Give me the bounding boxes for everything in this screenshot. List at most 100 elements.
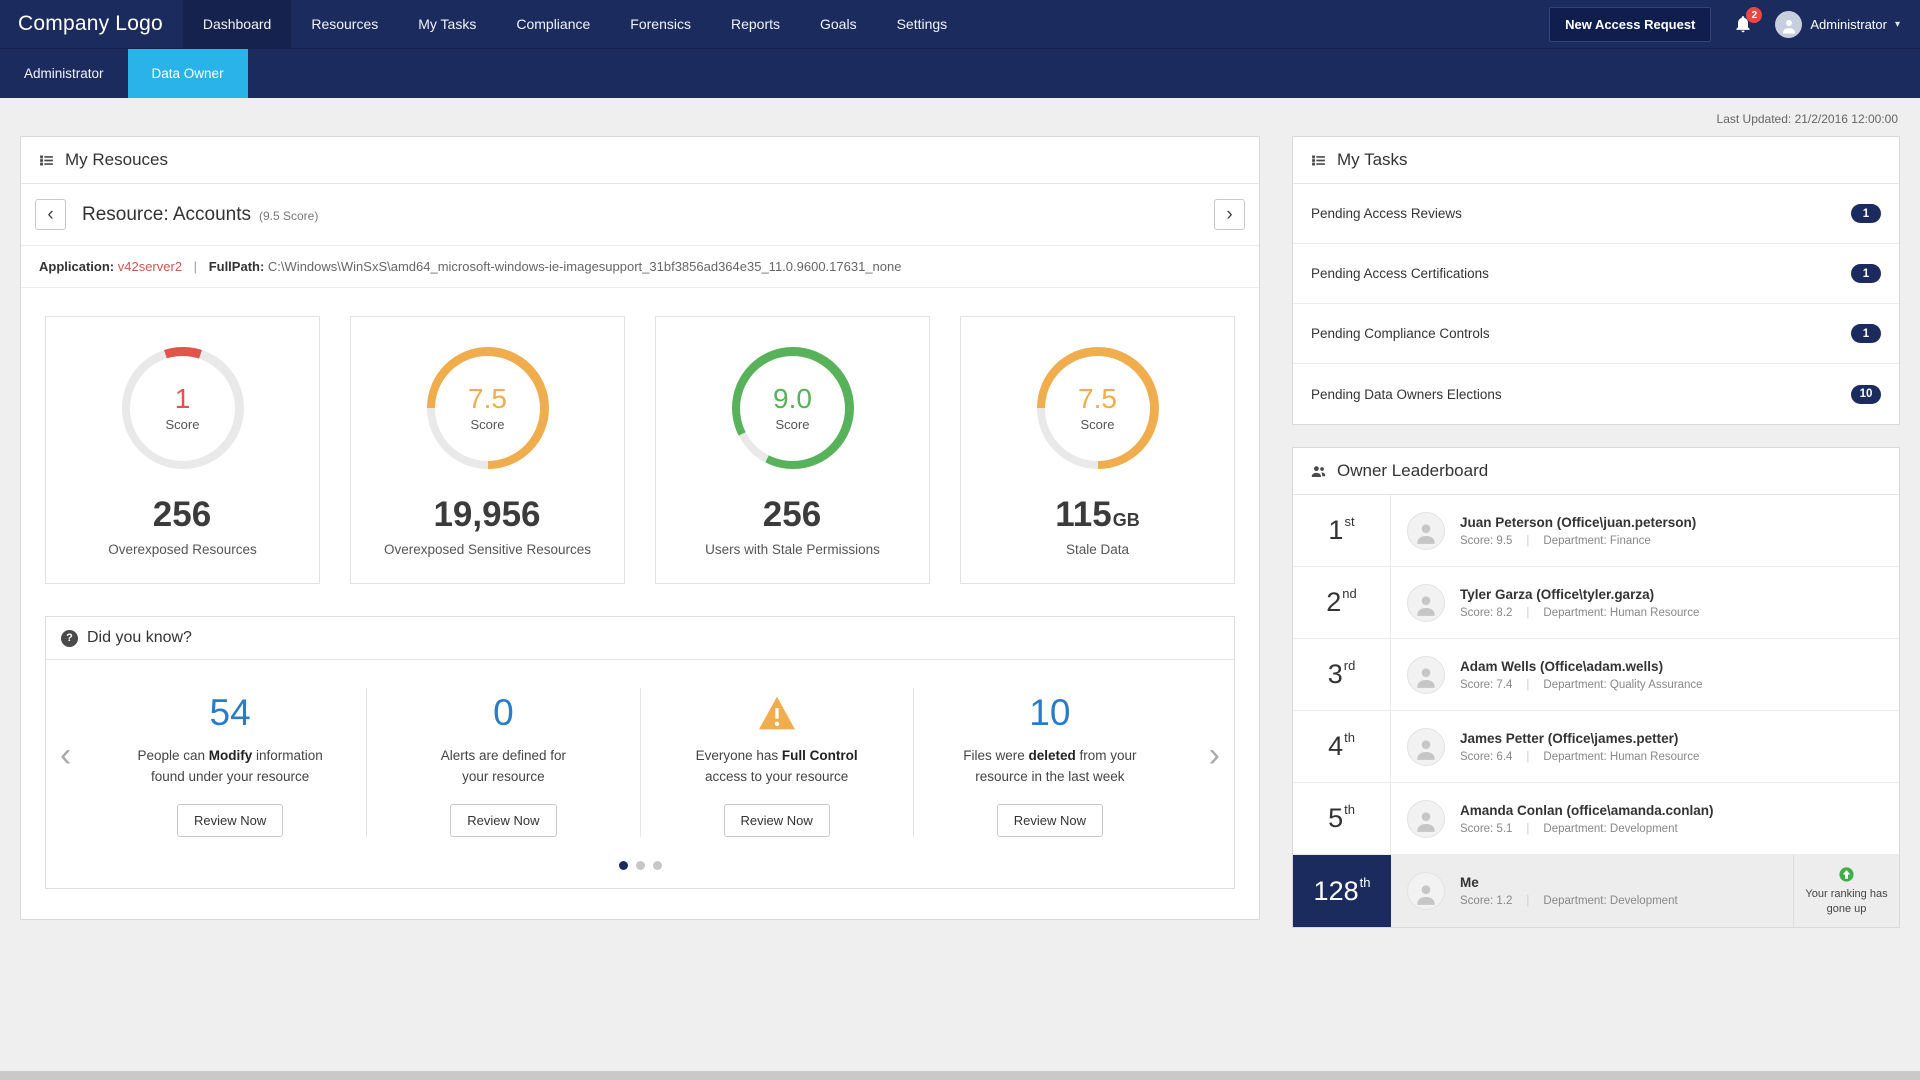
owner-name: Tyler Garza (Office\tyler.garza) — [1460, 587, 1699, 602]
role-tab-bar: Administrator Data Owner — [0, 48, 1920, 98]
nav-goals[interactable]: Goals — [800, 0, 877, 48]
company-logo[interactable]: Company Logo — [0, 0, 183, 48]
person-icon — [1413, 520, 1439, 546]
nav-dashboard[interactable]: Dashboard — [183, 0, 292, 48]
warning-icon — [655, 688, 899, 738]
topbar-right: New Access Request 2 Administrator ▾ — [1549, 0, 1920, 48]
score-ring: 7.5 Score — [427, 347, 549, 469]
owner-name: Me — [1460, 875, 1678, 890]
panel-title: My Resouces — [65, 150, 168, 170]
score-value: 9.0 — [773, 384, 812, 413]
task-count-badge: 10 — [1851, 385, 1881, 404]
tab-data-owner[interactable]: Data Owner — [128, 49, 248, 98]
card-label: Users with Stale Permissions — [705, 542, 880, 557]
nav-resources[interactable]: Resources — [291, 0, 398, 48]
person-icon — [1780, 17, 1798, 35]
avatar — [1407, 584, 1445, 622]
notifications-button[interactable]: 2 — [1731, 12, 1755, 36]
top-navigation-bar: Company Logo Dashboard Resources My Task… — [0, 0, 1920, 48]
review-now-button[interactable]: Review Now — [450, 804, 556, 837]
score-value: 1 — [175, 384, 191, 413]
card-metric: 256 — [153, 497, 212, 532]
list-icon — [38, 152, 55, 169]
task-count-badge: 1 — [1851, 264, 1881, 283]
task-pending-access-reviews[interactable]: Pending Access Reviews 1 — [1293, 184, 1899, 244]
dyk-value: 0 — [381, 688, 625, 738]
card-metric: 19,956 — [433, 497, 541, 532]
avatar — [1407, 800, 1445, 838]
leaderboard-row-1: 1st Juan Peterson (Office\juan.peterson)… — [1293, 495, 1899, 567]
avatar — [1407, 872, 1445, 910]
page-content: Last Updated: 21/2/2016 12:00:00 My Reso… — [0, 98, 1920, 928]
person-icon — [1413, 808, 1439, 834]
score-value: 7.5 — [1078, 384, 1117, 413]
task-pending-compliance-controls[interactable]: Pending Compliance Controls 1 — [1293, 304, 1899, 364]
owner-name: Juan Peterson (Office\juan.peterson) — [1460, 515, 1696, 530]
tab-administrator[interactable]: Administrator — [0, 49, 128, 98]
avatar — [1407, 512, 1445, 550]
avatar — [1407, 656, 1445, 694]
score-card-overexposed-sensitive: 7.5 Score 19,956 Overexposed Sensitive R… — [350, 316, 625, 584]
meta-separator: | — [194, 259, 197, 274]
prev-resource-button[interactable]: ‹ — [35, 199, 66, 230]
dyk-text: Files were deleted from your resource in… — [928, 746, 1172, 788]
review-now-button[interactable]: Review Now — [724, 804, 830, 837]
person-icon — [1413, 881, 1439, 907]
did-you-know-panel: ? Did you know? ‹ 54 People can Modify i… — [45, 616, 1235, 889]
owner-details: Score: 9.5|Department: Finance — [1460, 535, 1696, 547]
score-ring: 7.5 Score — [1037, 347, 1159, 469]
carousel-dot[interactable] — [636, 861, 645, 870]
next-resource-button[interactable]: › — [1214, 199, 1245, 230]
nav-forensics[interactable]: Forensics — [610, 0, 711, 48]
owner-details: Score: 7.4|Department: Quality Assurance — [1460, 679, 1703, 691]
nav-settings[interactable]: Settings — [877, 0, 968, 48]
my-resources-panel: My Resouces ‹ Resource: Accounts (9.5 Sc… — [20, 136, 1260, 920]
card-metric: 115GB — [1055, 497, 1139, 532]
score-value: 7.5 — [468, 384, 507, 413]
chevron-down-icon: ▾ — [1895, 19, 1900, 30]
rank: 128th — [1293, 855, 1391, 927]
application-label: Application: — [39, 259, 114, 274]
resource-meta: Application: v42server2 | FullPath: C:\W… — [21, 246, 1259, 288]
fullpath-value: C:\Windows\WinSxS\amd64_microsoft-window… — [268, 259, 902, 274]
dyk-text: Everyone has Full Control access to your… — [655, 746, 899, 788]
score-ring: 1 Score — [122, 347, 244, 469]
avatar — [1775, 11, 1802, 38]
dyk-item-alerts: 0 Alerts are defined for your resource R… — [366, 688, 639, 837]
application-value: v42server2 — [118, 259, 182, 274]
task-label: Pending Compliance Controls — [1311, 326, 1490, 341]
dyk-text: Alerts are defined for your resource — [381, 746, 625, 788]
owner-details: Score: 8.2|Department: Human Resource — [1460, 607, 1699, 619]
review-now-button[interactable]: Review Now — [997, 804, 1103, 837]
owner-name: Amanda Conlan (office\amanda.conlan) — [1460, 803, 1714, 818]
task-pending-data-owners-elections[interactable]: Pending Data Owners Elections 10 — [1293, 364, 1899, 424]
owner-details: Score: 1.2|Department: Development — [1460, 895, 1678, 907]
score-label: Score — [166, 417, 200, 432]
rank: 1st — [1293, 495, 1391, 566]
person-icon — [1413, 664, 1439, 690]
review-now-button[interactable]: Review Now — [177, 804, 283, 837]
carousel-next-icon[interactable]: › — [1209, 738, 1220, 772]
resource-navigator: ‹ Resource: Accounts (9.5 Score) › — [21, 184, 1259, 246]
fullpath-label: FullPath: — [209, 259, 265, 274]
new-access-request-button[interactable]: New Access Request — [1549, 7, 1711, 42]
my-tasks-panel: My Tasks Pending Access Reviews 1 Pendin… — [1292, 136, 1900, 425]
horizontal-scrollbar[interactable] — [0, 1071, 1920, 1080]
owner-details: Score: 6.4|Department: Human Resource — [1460, 751, 1699, 763]
score-ring: 9.0 Score — [732, 347, 854, 469]
rank: 5th — [1293, 783, 1391, 854]
nav-compliance[interactable]: Compliance — [496, 0, 610, 48]
nav-reports[interactable]: Reports — [711, 0, 800, 48]
leaderboard-header: Owner Leaderboard — [1293, 448, 1899, 495]
carousel-dot[interactable] — [653, 861, 662, 870]
carousel-dot[interactable] — [619, 861, 628, 870]
task-pending-access-certifications[interactable]: Pending Access Certifications 1 — [1293, 244, 1899, 304]
owner-name: Adam Wells (Office\adam.wells) — [1460, 659, 1703, 674]
notification-badge: 2 — [1746, 7, 1762, 23]
owner-details: Score: 5.1|Department: Development — [1460, 823, 1714, 835]
task-label: Pending Access Reviews — [1311, 206, 1462, 221]
user-menu[interactable]: Administrator ▾ — [1775, 11, 1900, 38]
carousel-prev-icon[interactable]: ‹ — [60, 738, 71, 772]
nav-my-tasks[interactable]: My Tasks — [398, 0, 496, 48]
panel-title: Owner Leaderboard — [1337, 461, 1488, 481]
